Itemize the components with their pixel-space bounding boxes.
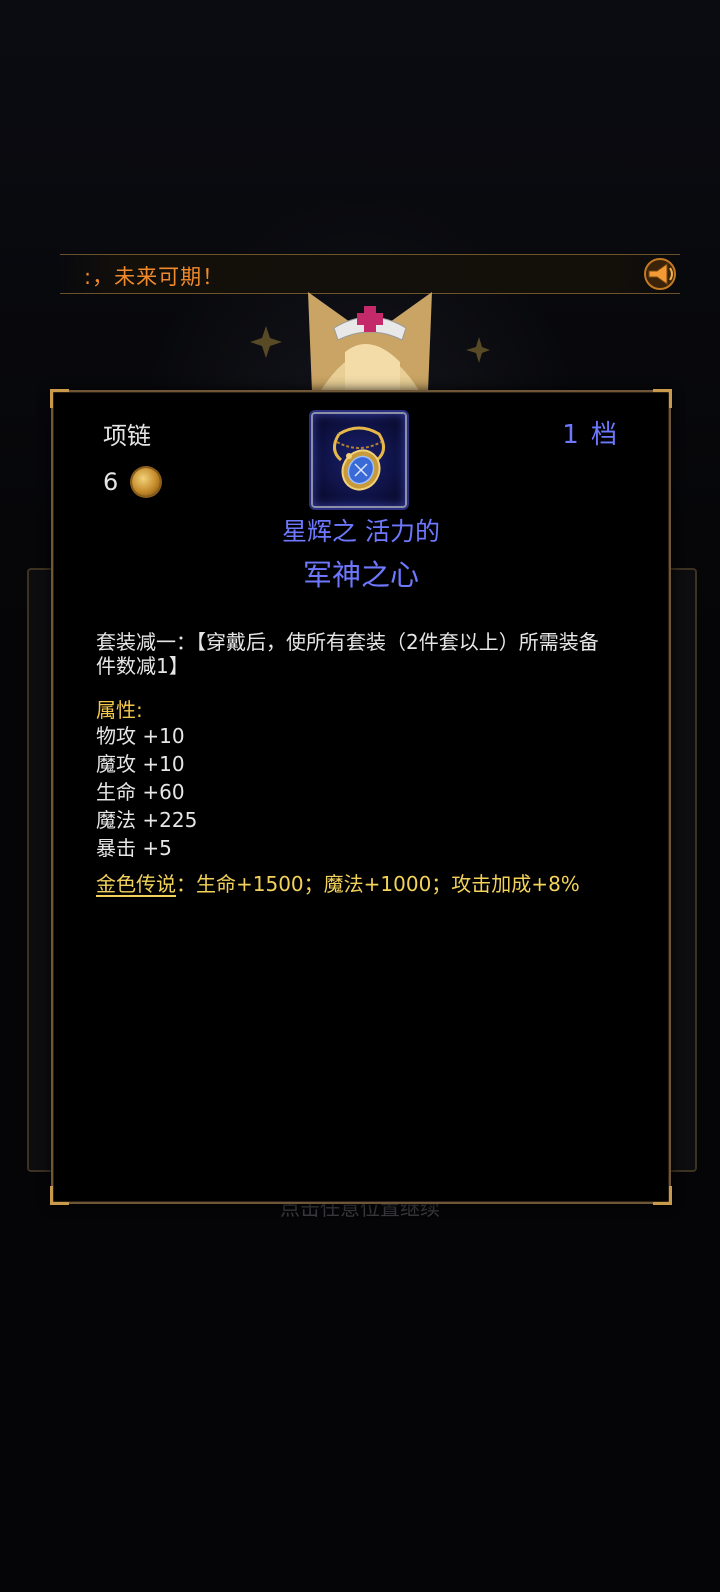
cost-value: 6 bbox=[103, 468, 119, 496]
item-prefix: 星辉之 活力的 bbox=[282, 517, 440, 546]
frame-corner bbox=[50, 389, 69, 408]
attribute-item: 暴击 +5 bbox=[96, 836, 172, 860]
frame-corner bbox=[653, 389, 672, 408]
attribute-item: 魔法 +225 bbox=[96, 808, 198, 832]
item-slot-type: 项链 bbox=[103, 422, 151, 450]
character-portrait bbox=[250, 292, 490, 392]
frame-corner bbox=[653, 1186, 672, 1205]
legendary-effects: ：生命+1500；魔法+1000；攻击加成+8% bbox=[176, 872, 580, 896]
frame-corner bbox=[50, 1186, 69, 1205]
attribute-item: 生命 +60 bbox=[96, 780, 185, 804]
announcement-text: :，未来可期！ bbox=[84, 265, 225, 289]
megaphone-icon[interactable] bbox=[640, 255, 680, 293]
item-detail-card: 项链 6 1 档 星辉之 活力的 军神之心 套装减一：【穿戴后，使所有套装（2件… bbox=[50, 389, 672, 1205]
attributes-title: 属性: bbox=[96, 698, 143, 722]
attribute-item: 物攻 +10 bbox=[96, 724, 185, 748]
set-description: 套装减一：【穿戴后，使所有套装（2件套以上）所需装备件数减1】 bbox=[96, 630, 599, 678]
item-icon-frame bbox=[311, 412, 407, 508]
announcement-marquee: :，未来可期！ bbox=[60, 254, 680, 294]
attribute-item: 魔攻 +10 bbox=[96, 752, 185, 776]
item-grade: 1 档 bbox=[562, 420, 619, 450]
item-cost: 6 bbox=[103, 466, 161, 498]
item-name: 军神之心 bbox=[302, 558, 419, 592]
necklace-icon bbox=[333, 426, 385, 491]
game-screen[interactable]: :，未来可期！ 点击任意位置继续 项链 6 1 档 星辉之 活力的 军神之心 套… bbox=[0, 0, 720, 1592]
gold-coin-icon bbox=[132, 468, 161, 496]
legendary-link[interactable]: 金色传说 bbox=[96, 872, 176, 896]
legendary-bonus: 金色传说：生命+1500；魔法+1000；攻击加成+8% bbox=[96, 868, 580, 897]
attribute-list: 物攻 +10 魔攻 +10 生命 +60 魔法 +225 暴击 +5 bbox=[96, 722, 197, 862]
